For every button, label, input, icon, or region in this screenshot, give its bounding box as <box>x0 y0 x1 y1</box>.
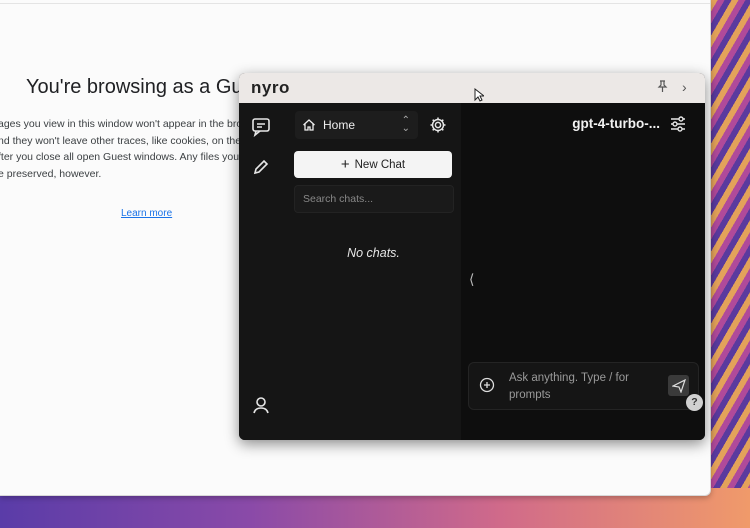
workspace-select[interactable]: Home ⌃ ⌄ <box>295 111 418 139</box>
gear-icon[interactable] <box>429 116 447 134</box>
new-chat-label: New Chat <box>354 158 406 171</box>
nyro-titlebar[interactable]: nyro › <box>239 73 705 103</box>
pencil-icon[interactable] <box>251 157 273 179</box>
empty-chats-message: No chats. <box>347 246 400 260</box>
sliders-icon[interactable] <box>669 115 687 133</box>
guest-title: You're browsing as a Gue <box>26 76 254 98</box>
add-circle-icon[interactable] <box>479 377 495 393</box>
divider <box>0 3 710 4</box>
prompt-input-box[interactable]: Ask anything. Type / for prompts <box>468 362 699 410</box>
chevron-right-icon[interactable]: › <box>682 79 687 95</box>
learn-more-link[interactable]: Learn more <box>121 208 172 219</box>
home-icon <box>302 118 316 132</box>
send-icon[interactable] <box>668 375 689 396</box>
nyro-window: nyro › Home ⌃ ⌄ + New Chat Search chats.… <box>239 73 705 440</box>
pin-icon[interactable] <box>657 80 668 95</box>
chevron-updown-icon: ⌃ ⌄ <box>401 115 410 134</box>
nyro-logo: nyro <box>251 78 290 97</box>
prompt-placeholder: Ask anything. Type / for prompts <box>509 372 629 401</box>
chats-panel: Home ⌃⌄ + New Chat No chats. <box>286 103 462 440</box>
model-selector[interactable]: gpt-4-turbo-... <box>572 116 660 131</box>
user-icon[interactable] <box>251 395 273 417</box>
plus-icon: + <box>340 156 350 173</box>
collapse-panel-icon[interactable]: ⟨ <box>469 271 474 288</box>
chat-main: gpt-4-turbo-... ⟨ Ask anything. Type / f… <box>461 103 705 440</box>
help-button[interactable]: ? <box>686 394 703 411</box>
nyro-sidebar-rail <box>239 103 287 440</box>
search-chats-input[interactable] <box>294 185 454 213</box>
workspace-label: Home <box>323 118 356 132</box>
mouse-cursor-icon <box>474 87 486 102</box>
chat-icon[interactable] <box>251 117 273 139</box>
new-chat-button[interactable]: + New Chat <box>294 151 452 178</box>
